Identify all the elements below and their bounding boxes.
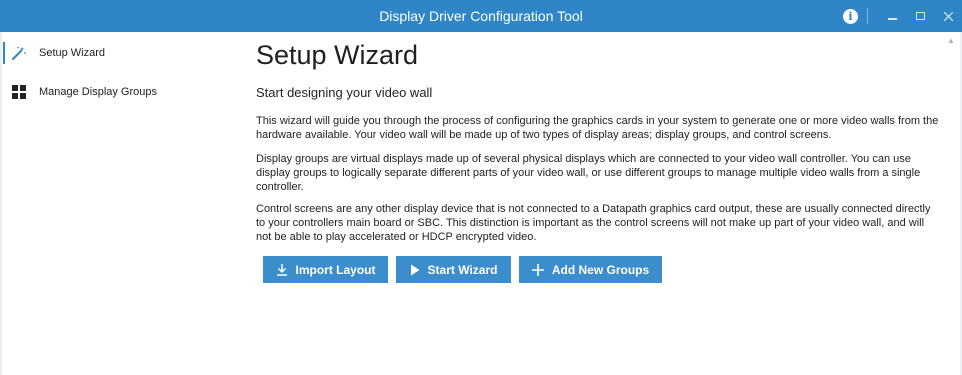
maximize-icon [915,12,925,20]
magic-wand-icon [12,46,26,60]
minimize-button[interactable] [878,0,906,32]
maximize-button[interactable] [906,0,934,32]
window-title: Display Driver Configuration Tool [379,8,583,24]
sidebar-item-label: Setup Wizard [39,47,106,59]
intro-paragraph: This wizard will guide you through the p… [256,115,939,141]
add-new-groups-button[interactable]: Add New Groups [519,256,662,283]
sidebar: Setup Wizard Manage Display Groups [0,32,228,375]
display-groups-paragraph: Display groups are virtual displays made… [256,153,921,193]
page-title: Setup Wizard [256,40,419,70]
download-icon [276,264,287,276]
page-subtitle: Start designing your video wall [256,85,433,100]
control-screens-paragraph: Control screens are any other display de… [256,203,931,243]
minimize-icon [887,18,897,20]
window-controls: i [843,0,962,32]
import-layout-label: Import Layout [295,262,376,277]
start-wizard-label: Start Wizard [427,262,498,277]
client-area: Setup Wizard Manage Display Groups Setup… [0,32,962,375]
import-layout-button[interactable]: Import Layout [263,256,388,283]
close-button[interactable] [934,0,962,32]
title-bar: Display Driver Configuration Tool i [0,0,962,32]
plus-icon [531,263,544,276]
scroll-up-arrow-icon[interactable]: ▲ [946,36,956,46]
close-icon [943,11,953,21]
sidebar-item-manage-display-groups[interactable]: Manage Display Groups [12,82,157,102]
sidebar-item-label: Manage Display Groups [39,86,158,98]
action-buttons: Import Layout Start Wizard Add New Group… [263,256,662,283]
selected-indicator [3,42,5,64]
play-icon [410,264,420,275]
info-icon[interactable]: i [843,8,858,24]
add-new-groups-label: Add New Groups [551,262,650,277]
sidebar-item-setup-wizard[interactable]: Setup Wizard [12,43,105,63]
start-wizard-button[interactable]: Start Wizard [396,256,511,283]
title-separator [867,8,868,24]
window-frame-left [0,32,2,375]
grid-icon [12,85,26,99]
